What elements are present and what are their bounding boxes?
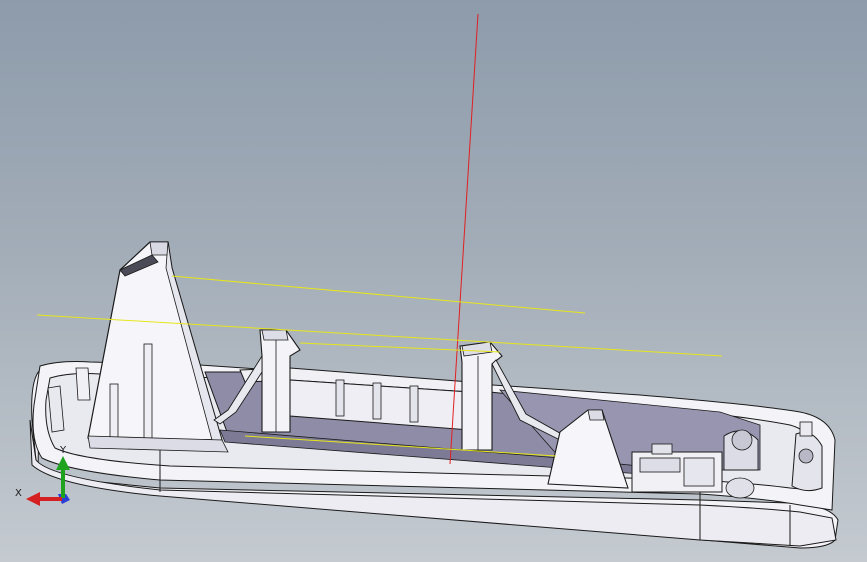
yellow-line-upper[interactable] bbox=[171, 275, 586, 314]
graphics-viewport[interactable]: Y X bbox=[0, 0, 867, 562]
left-fin[interactable] bbox=[87, 241, 229, 453]
y-axis-label: Y bbox=[59, 445, 67, 456]
model-canvas[interactable]: Y X bbox=[0, 0, 867, 562]
x-axis-arrow-head bbox=[26, 492, 40, 506]
x-axis-label: X bbox=[15, 488, 22, 499]
